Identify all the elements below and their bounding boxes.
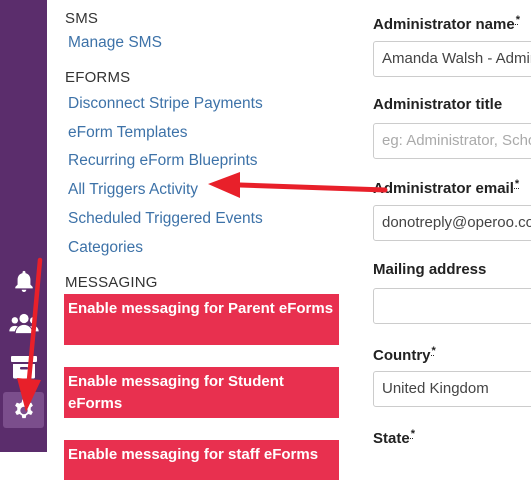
arrow-to-gear: [17, 257, 43, 412]
annotation-arrows: [17, 172, 388, 412]
arrow-to-triggers: [208, 172, 388, 198]
